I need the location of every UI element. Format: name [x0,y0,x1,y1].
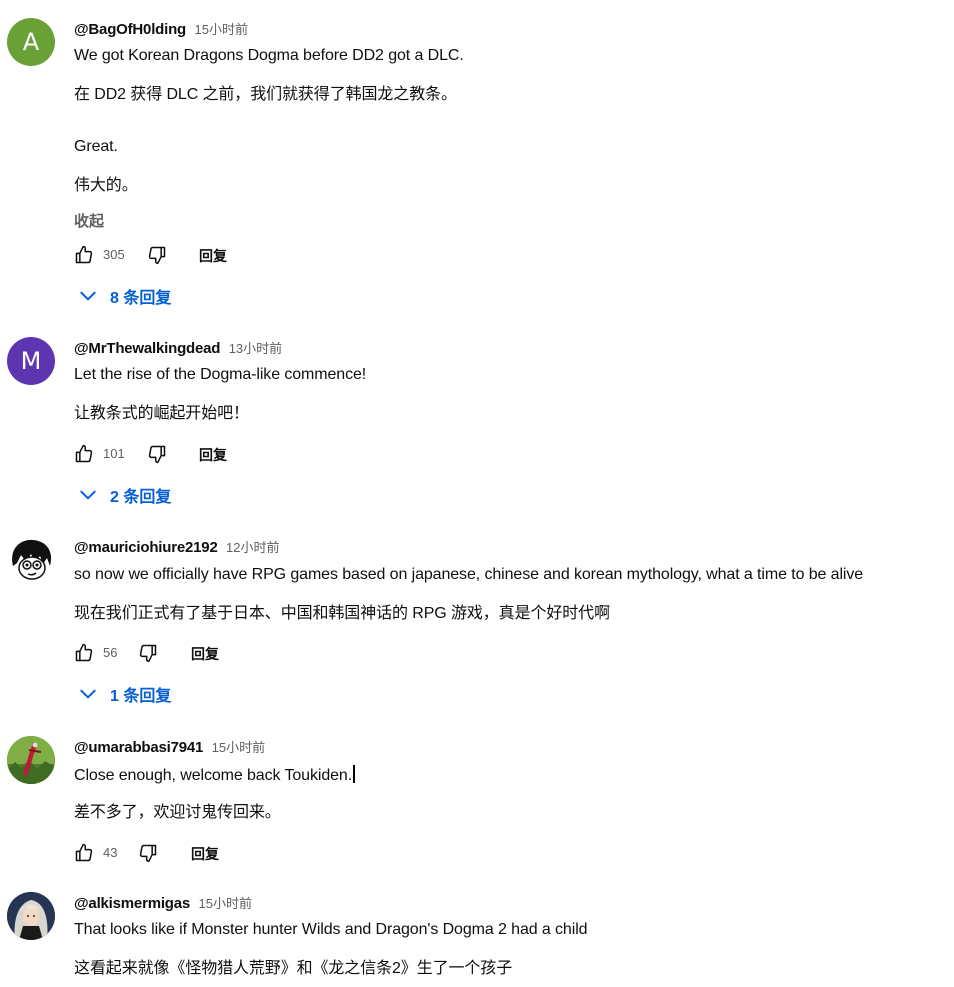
comment-actions: 56 回复 [74,643,374,667]
sword-grass-avatar[interactable] [7,736,55,784]
avatar-letter: M [20,347,42,375]
avatar[interactable]: M [7,337,55,385]
replies-count-label: 8 条回复 [110,290,172,307]
anime-character-icon [7,892,55,940]
dislike-icon[interactable] [147,444,167,464]
replies-count-label: 1 条回复 [110,688,172,705]
comment-header: @umarabbasi7941 15小时前 [74,737,265,757]
avatar-letter: A [22,28,40,56]
cartoon-face-avatar[interactable] [7,536,55,584]
sword-grass-icon [7,736,55,784]
chevron-down-icon [80,689,96,699]
dislike-icon[interactable] [138,643,158,663]
text-cursor [353,765,355,783]
timestamp[interactable]: 15小时前 [194,22,247,37]
comment-translation: 伟大的。 [74,177,138,194]
comment-text: so now we officially have RPG games base… [74,566,864,583]
comment-actions: 101 回复 [74,444,374,468]
comment-header: @mauriciohiure2192 12小时前 [74,537,280,557]
like-count: 56 [103,645,118,660]
comment-header: @BagOfH0lding 15小时前 [74,19,248,39]
replies-count-label: 2 条回复 [110,489,172,506]
comment-translation: 差不多了，欢迎讨鬼传回来。 [74,804,281,821]
reply-button[interactable]: 回复 [191,844,219,864]
comment-translation: 这看起来就像《怪物猎人荒野》和《龙之信条2》生了一个孩子 [74,960,513,977]
comment-text: We got Korean Dragons Dogma before DD2 g… [74,47,464,64]
comment-actions: 305 回复 [74,245,374,269]
view-replies-button[interactable]: 8 条回复 [78,284,171,308]
author-handle[interactable]: @umarabbasi7941 [74,739,203,756]
author-handle[interactable]: @mauriciohiure2192 [74,539,218,556]
view-replies-button[interactable]: 2 条回复 [78,483,171,507]
author-handle[interactable]: @alkismermigas [74,895,190,912]
comment-translation: 让教条式的崛起开始吧！ [74,405,249,422]
comment-text: Close enough, welcome back Toukiden. [74,765,355,785]
timestamp[interactable]: 13小时前 [229,341,282,356]
timestamp[interactable]: 12小时前 [226,540,279,555]
like-icon[interactable] [74,245,94,265]
comment-header: @alkismermigas 15小时前 [74,893,252,913]
comment-text: Let the rise of the Dogma-like commence! [74,366,367,383]
comment-text: Great. [74,138,118,155]
author-handle[interactable]: @MrThewalkingdead [74,340,220,357]
reply-button[interactable]: 回复 [199,445,227,465]
chevron-down-icon [80,490,96,500]
like-count: 101 [103,446,125,461]
dislike-icon[interactable] [147,245,167,265]
comment-translation: 在 DD2 获得 DLC 之前，我们就获得了韩国龙之教条。 [74,86,457,103]
like-count: 43 [103,845,118,860]
like-icon[interactable] [74,643,94,663]
anime-character-avatar[interactable] [7,892,55,940]
cartoon-face-icon [7,536,55,584]
comment-translation: 现在我们正式有了基于日本、中国和韩国神话的 RPG 游戏，真是个好时代啊 [74,605,610,622]
dislike-icon[interactable] [138,843,158,863]
comment-text: That looks like if Monster hunter Wilds … [74,921,588,938]
reply-button[interactable]: 回复 [199,246,227,266]
comment-header: @MrThewalkingdead 13小时前 [74,338,282,358]
author-handle[interactable]: @BagOfH0lding [74,21,186,38]
comment-actions: 43 回复 [74,843,374,867]
collapse-button[interactable]: 收起 [74,210,104,231]
chevron-down-icon [80,291,96,301]
timestamp[interactable]: 15小时前 [212,740,265,755]
like-count: 305 [103,247,125,262]
like-icon[interactable] [74,843,94,863]
comment-text-content: Close enough, welcome back Toukiden. [74,767,353,784]
avatar[interactable]: A [7,18,55,66]
like-icon[interactable] [74,444,94,464]
view-replies-button[interactable]: 1 条回复 [78,682,171,706]
timestamp[interactable]: 15小时前 [199,896,252,911]
reply-button[interactable]: 回复 [191,644,219,664]
